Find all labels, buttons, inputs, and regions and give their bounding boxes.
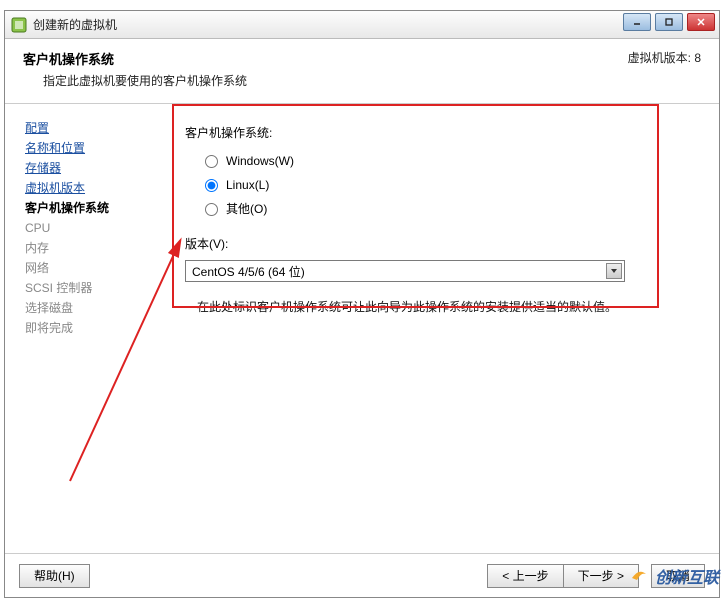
header-left: 客户机操作系统 指定此虚拟机要使用的客户机操作系统 <box>23 49 247 89</box>
radio-other[interactable]: 其他(O) <box>205 197 689 221</box>
version-label: 版本(V): <box>185 235 689 252</box>
vm-version-label: 虚拟机版本: 8 <box>628 49 701 66</box>
radio-linux-label: Linux(L) <box>226 173 269 197</box>
chevron-down-icon <box>606 263 622 279</box>
app-icon <box>11 17 27 33</box>
footer: 帮助(H) < 上一步 下一步 > 取消 <box>5 553 719 597</box>
minimize-button[interactable] <box>623 13 651 31</box>
maximize-button[interactable] <box>655 13 683 31</box>
page-subtitle: 指定此虚拟机要使用的客户机操作系统 <box>43 72 247 89</box>
sidebar-item-guest-os: 客户机操作系统 <box>25 198 165 218</box>
version-select-value: CentOS 4/5/6 (64 位) <box>192 263 305 280</box>
guest-os-label: 客户机操作系统: <box>185 124 689 141</box>
radio-windows-label: Windows(W) <box>226 149 294 173</box>
sidebar-item-scsi: SCSI 控制器 <box>25 278 165 298</box>
main-panel: 客户机操作系统: Windows(W) Linux(L) 其他(O) 版本(V)… <box>175 104 719 559</box>
sidebar-item-vm-version[interactable]: 虚拟机版本 <box>25 178 165 198</box>
titlebar: 创建新的虚拟机 <box>5 11 719 39</box>
close-button[interactable] <box>687 13 715 31</box>
radio-other-label: 其他(O) <box>226 197 267 221</box>
sidebar-item-storage[interactable]: 存储器 <box>25 158 165 178</box>
sidebar-item-disk: 选择磁盘 <box>25 298 165 318</box>
radio-linux-input[interactable] <box>205 179 218 192</box>
page-title: 客户机操作系统 <box>23 49 247 68</box>
window-buttons <box>623 13 715 31</box>
footer-right-group: < 上一步 下一步 > 取消 <box>487 564 705 588</box>
window-title: 创建新的虚拟机 <box>33 16 117 33</box>
body-area: 配置 名称和位置 存储器 虚拟机版本 客户机操作系统 CPU 内存 网络 SCS… <box>5 104 719 559</box>
radio-other-input[interactable] <box>205 203 218 216</box>
sidebar-item-cpu: CPU <box>25 218 165 238</box>
cancel-button[interactable]: 取消 <box>651 564 705 588</box>
radio-linux[interactable]: Linux(L) <box>205 173 689 197</box>
version-select[interactable]: CentOS 4/5/6 (64 位) <box>185 260 625 282</box>
sidebar-item-network: 网络 <box>25 258 165 278</box>
dialog-window: 创建新的虚拟机 客户机操作系统 指定此虚拟机要使用的客户机操作系统 虚拟机版本:… <box>4 10 720 598</box>
sidebar-item-config[interactable]: 配置 <box>25 118 165 138</box>
next-button[interactable]: 下一步 > <box>563 564 639 588</box>
hint-text: 在此处标识客户机操作系统可让此向导为此操作系统的安装提供适当的默认值。 <box>197 298 689 315</box>
wizard-sidebar: 配置 名称和位置 存储器 虚拟机版本 客户机操作系统 CPU 内存 网络 SCS… <box>5 104 175 559</box>
sidebar-item-ready: 即将完成 <box>25 318 165 338</box>
back-button[interactable]: < 上一步 <box>487 564 562 588</box>
guest-os-radio-group: Windows(W) Linux(L) 其他(O) <box>205 149 689 221</box>
sidebar-item-memory: 内存 <box>25 238 165 258</box>
help-button[interactable]: 帮助(H) <box>19 564 90 588</box>
sidebar-item-name-location[interactable]: 名称和位置 <box>25 138 165 158</box>
header-area: 客户机操作系统 指定此虚拟机要使用的客户机操作系统 虚拟机版本: 8 <box>5 39 719 104</box>
radio-windows[interactable]: Windows(W) <box>205 149 689 173</box>
version-select-wrap: CentOS 4/5/6 (64 位) <box>185 260 689 282</box>
radio-windows-input[interactable] <box>205 155 218 168</box>
